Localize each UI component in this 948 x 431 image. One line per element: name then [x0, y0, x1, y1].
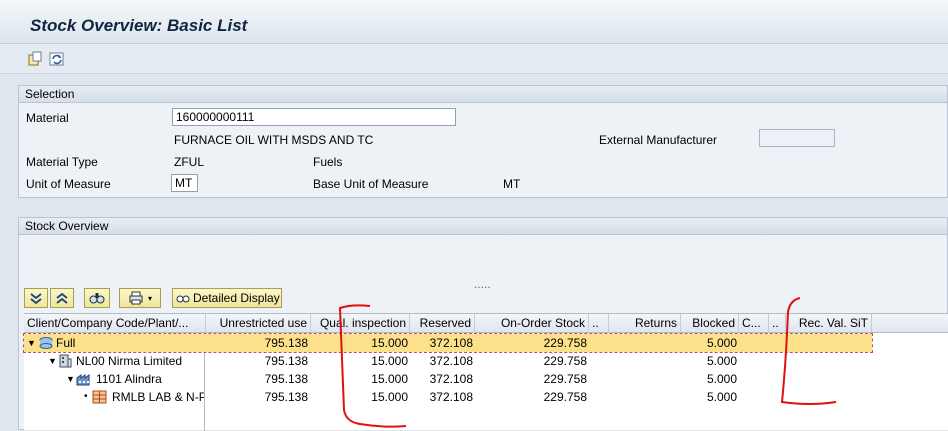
table-row[interactable]: ▼ 1101 Alindra 795.138 15.000 372.108 22…: [24, 370, 948, 388]
collapse-all-icon[interactable]: [50, 288, 74, 308]
tree-leaf-bullet-icon: •: [84, 391, 88, 402]
material-description: FURNACE OIL WITH MSDS AND TC: [174, 133, 374, 147]
cell-on-order: 229.758: [543, 372, 587, 386]
table-row[interactable]: ▼ Full 795.138 15.000 372.108 229.758 5.…: [23, 333, 873, 353]
column-header-collapsed-3[interactable]: ..: [769, 314, 786, 333]
table-row[interactable]: ▼ NL00 Nirma Limited 795.138 15.000 372.…: [24, 352, 948, 370]
detailed-display-label: Detailed Display: [193, 291, 280, 305]
row-name: Full: [56, 336, 76, 350]
column-header-unrestricted[interactable]: Unrestricted use: [206, 314, 311, 333]
base-unit-of-measure-value: MT: [503, 177, 521, 191]
app-toolbar: [0, 44, 948, 74]
row-name: 1101 Alindra: [96, 372, 162, 386]
cell-qual-inspection: 15.000: [371, 336, 408, 350]
expand-all-icon[interactable]: [24, 288, 48, 308]
unit-of-measure-field[interactable]: MT: [171, 174, 198, 192]
detailed-display-button[interactable]: Detailed Display: [172, 288, 282, 308]
tree-collapse-icon[interactable]: ▼: [48, 352, 57, 370]
title-bar: Stock Overview: Basic List: [0, 0, 948, 44]
material-label: Material: [26, 111, 69, 125]
column-header-blocked[interactable]: Blocked: [681, 314, 739, 333]
find-icon[interactable]: [84, 288, 110, 308]
grid-header: Client/Company Code/Plant/... Unrestrict…: [24, 314, 948, 333]
cell-on-order: 229.758: [543, 390, 587, 404]
print-icon: [129, 291, 143, 305]
cell-reserved: 372.108: [429, 372, 473, 386]
column-header-returns[interactable]: Returns: [609, 314, 681, 333]
column-header-hierarchy[interactable]: Client/Company Code/Plant/...: [24, 314, 206, 333]
cell-blocked: 5.000: [706, 336, 737, 350]
external-manufacturer-label: External Manufacturer: [599, 133, 718, 147]
cell-qual-inspection: 15.000: [371, 372, 408, 386]
new-session-icon[interactable]: [26, 50, 44, 68]
table-row[interactable]: • RMLB LAB & N-P 795.138 15.000 372.108 …: [24, 388, 948, 406]
external-manufacturer-field[interactable]: [759, 129, 835, 147]
cell-qual-inspection: 15.000: [371, 354, 408, 368]
cell-unrestricted: 795.138: [264, 390, 308, 404]
cell-reserved: 372.108: [429, 390, 473, 404]
cell-qual-inspection: 15.000: [371, 390, 408, 404]
material-type-label: Material Type: [26, 155, 98, 169]
column-header-on-order[interactable]: On-Order Stock: [475, 314, 589, 333]
cell-reserved: 372.108: [429, 336, 473, 350]
cell-blocked: 5.000: [706, 354, 737, 368]
print-dropdown[interactable]: ▾: [119, 288, 161, 308]
selection-header: Selection: [19, 86, 947, 103]
cell-on-order: 229.758: [543, 354, 587, 368]
material-field[interactable]: 160000000111: [172, 108, 456, 126]
cell-unrestricted: 795.138: [264, 336, 308, 350]
unit-of-measure-label: Unit of Measure: [26, 177, 111, 191]
tree-collapse-icon[interactable]: ▼: [27, 334, 36, 352]
stock-overview-header: Stock Overview: [19, 218, 947, 235]
cell-unrestricted: 795.138: [264, 372, 308, 386]
cell-blocked: 5.000: [706, 372, 737, 386]
splitter-handle[interactable]: .....: [474, 276, 491, 292]
storage-location-icon: [92, 390, 107, 408]
cell-reserved: 372.108: [429, 354, 473, 368]
cell-blocked: 5.000: [706, 390, 737, 404]
detail-glasses-icon: [176, 295, 190, 303]
column-header-collapsed-1[interactable]: ..: [589, 314, 609, 333]
page-title: Stock Overview: Basic List: [30, 16, 248, 35]
base-unit-of-measure-label: Base Unit of Measure: [313, 177, 429, 191]
column-header-rec-val-sit[interactable]: Rec. Val. SiT: [786, 314, 872, 333]
cell-on-order: 229.758: [543, 336, 587, 350]
row-name: NL00 Nirma Limited: [76, 354, 183, 368]
column-header-collapsed-2[interactable]: C...: [739, 314, 769, 333]
material-type-value: ZFUL: [174, 155, 204, 169]
chevron-down-icon: ▾: [147, 293, 152, 303]
column-header-reserved[interactable]: Reserved: [410, 314, 475, 333]
row-name: RMLB LAB & N-P: [112, 390, 204, 404]
material-type-description: Fuels: [313, 155, 343, 169]
stock-grid: Client/Company Code/Plant/... Unrestrict…: [23, 313, 948, 431]
column-header-qual-inspection[interactable]: Qual. inspection: [311, 314, 410, 333]
refresh-icon[interactable]: [48, 50, 66, 68]
cell-unrestricted: 795.138: [264, 354, 308, 368]
tree-collapse-icon[interactable]: ▼: [66, 370, 75, 388]
